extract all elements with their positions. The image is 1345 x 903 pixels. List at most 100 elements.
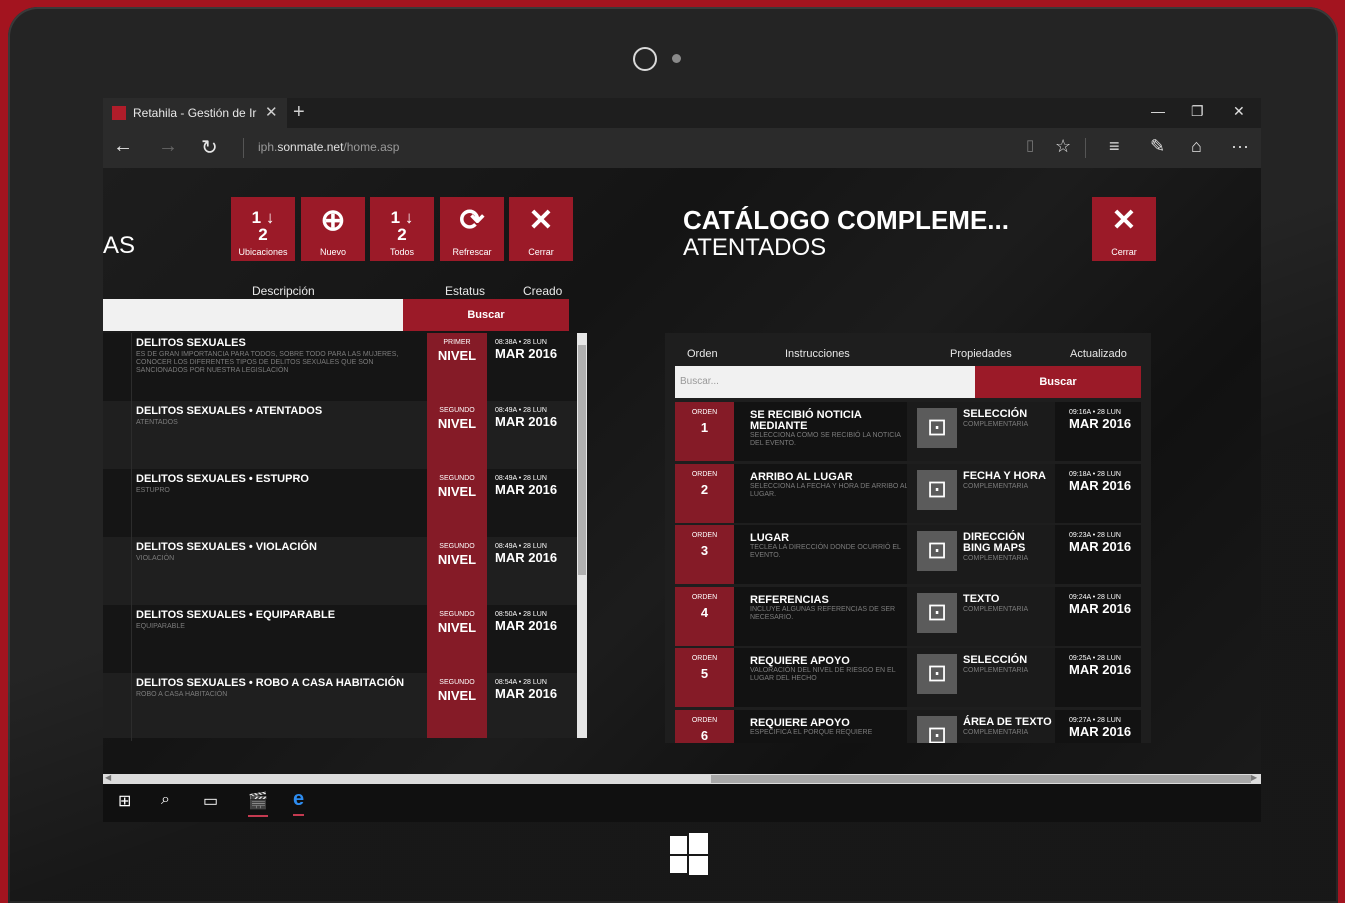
status-badge: SEGUNDO NIVEL [427, 605, 487, 673]
header-propiedades[interactable]: Propiedades [950, 348, 1012, 360]
header-creado[interactable]: Creado [523, 284, 562, 298]
status-level-label: SEGUNDO [439, 475, 475, 482]
row-desc: ROBO A CASA HABITACIÓN [136, 691, 228, 698]
right-search-button[interactable]: Buscar [975, 366, 1141, 398]
list-row[interactable]: DELITOS SEXUALES • EQUIPARABLE EQUIPARAB… [103, 605, 577, 673]
reading-view-icon[interactable]: ▯ [1026, 136, 1034, 154]
created-date: 08:38A • 28 LUN MAR 2016 [495, 339, 557, 361]
instruction-desc: ESPECIFICA EL PORQUE REQUIERE [750, 729, 873, 736]
scroll-left-icon[interactable]: ◀ [105, 773, 111, 782]
list-row[interactable]: DELITOS SEXUALES • ESTUPRO ESTUPRO SEGUN… [103, 469, 577, 537]
add-icon: ⊕ [320, 204, 346, 237]
property: TEXTO COMPLEMENTARIA [963, 594, 1055, 614]
new-tab-icon[interactable]: + [293, 101, 305, 124]
row-title: DELITOS SEXUALES • ATENTADOS [136, 405, 323, 417]
minimize-icon[interactable]: — [1151, 103, 1165, 119]
header-estatus[interactable]: Estatus [445, 284, 485, 298]
instruction-desc: SELECCIONA COMO SE RECIBIÓ LA NOTICIA DE… [750, 432, 901, 447]
share-icon[interactable]: ⌂ [1191, 136, 1202, 157]
movies-app-icon[interactable]: 🎬 [248, 791, 268, 817]
instruction-desc: SELECCIONA LA FECHA Y HORA DE ARRIBO AL … [750, 483, 909, 498]
screen: Retahila - Gestión de Ir ✕ + — ❐ ✕ ← → ↻… [103, 98, 1261, 822]
status-badge: SEGUNDO NIVEL [427, 537, 487, 605]
task-view-icon[interactable]: ▭ [203, 791, 218, 811]
favorite-star-icon[interactable]: ☆ [1055, 136, 1071, 157]
header-actualizado[interactable]: Actualizado [1070, 348, 1127, 360]
property-box: ⊡ SELECCIÓN COMPLEMENTARIA [907, 402, 1055, 461]
property-desc: COMPLEMENTARIA [963, 606, 1029, 613]
header-orden[interactable]: Orden [687, 348, 718, 360]
more-icon[interactable]: ··· [1231, 136, 1249, 157]
window-close-icon[interactable]: ✕ [1233, 103, 1245, 120]
horizontal-scrollbar[interactable]: ◀ ▶ [103, 773, 1261, 784]
forward-icon[interactable]: → [158, 135, 178, 158]
windows-logo-pane-top-left [670, 836, 687, 854]
created-time: 08:38A • 28 LUN [495, 339, 547, 346]
catalog-row[interactable]: ORDEN 2 ARRIBO AL LUGAR SELECCIONA LA FECH… [675, 464, 1141, 523]
refresh-icon: ⟳ [459, 204, 485, 237]
windows-logo-icon[interactable] [670, 833, 708, 875]
instruction-title: SE RECIBIÓ NOTICIA MEDIANTE [750, 409, 862, 432]
ubicaciones-button[interactable]: 1 ↓ 2 Ubicaciones [231, 197, 295, 261]
updated-time: 09:18A • 28 LUN [1069, 471, 1121, 478]
property-box: ⊡ DIRECCIÓN BING MAPS COMPLEMENTARIA [907, 525, 1055, 584]
browser-tab[interactable]: Retahila - Gestión de Ir ✕ [103, 98, 287, 128]
header-descripcion[interactable]: Descripción [252, 284, 315, 298]
status-value: NIVEL [437, 484, 477, 499]
row-title: DELITOS SEXUALES • VIOLACIÓN [136, 541, 317, 553]
created-month: MAR 2016 [495, 346, 558, 361]
tab-close-icon[interactable]: ✕ [265, 103, 278, 121]
scroll-right-icon[interactable]: ▶ [1251, 773, 1257, 782]
created-month: MAR 2016 [495, 618, 558, 633]
windows-logo-pane-bottom-left [670, 856, 687, 873]
property-title: SELECCIÓN [963, 654, 1028, 666]
right-close-button[interactable]: ✕ Cerrar [1092, 197, 1156, 261]
row-divider [131, 537, 132, 605]
updated-date: 09:16A • 28 LUN MAR 2016 [1069, 409, 1131, 431]
created-time: 08:54A • 28 LUN [495, 679, 547, 686]
scrollbar-thumb[interactable] [578, 345, 586, 575]
list-row[interactable]: DELITOS SEXUALES • ROBO A CASA HABITACIÓ… [103, 673, 577, 741]
catalog-row[interactable]: ORDEN 6 REQUIERE APOYO ESPECIFICA EL PORQU… [675, 710, 1141, 743]
web-note-icon[interactable]: ✎ [1150, 136, 1165, 157]
nuevo-button[interactable]: ⊕ Nuevo [301, 197, 365, 261]
status-value: NIVEL [437, 620, 477, 635]
refrescar-button[interactable]: ⟳ Refrescar [440, 197, 504, 261]
url-field[interactable]: iph.sonmate.net/home.asp [258, 140, 399, 154]
catalog-row[interactable]: ORDEN 1 SE RECIBIÓ NOTICIA MEDIANTE SELECC… [675, 402, 1141, 461]
right-search-input[interactable]: Buscar... [675, 366, 975, 398]
list-row[interactable]: DELITOS SEXUALES ES DE GRAN IMPORTANCIA … [103, 333, 577, 401]
row-divider [131, 469, 132, 537]
left-vertical-scrollbar[interactable] [577, 333, 587, 738]
catalog-row[interactable]: ORDEN 4 REFERENCIAS INCLUYE ALGUNAS REFERE… [675, 587, 1141, 646]
search-icon[interactable]: ⌕ [161, 791, 170, 809]
scrollbar-thumb[interactable] [711, 775, 1251, 783]
updated-time: 09:27A • 28 LUN [1069, 717, 1121, 724]
back-icon[interactable]: ← [113, 135, 133, 158]
property-box: ⊡ ÁREA DE TEXTO COMPLEMENTARIA [907, 710, 1055, 743]
cerrar-button[interactable]: ✕ Cerrar [509, 197, 573, 261]
instruction: REQUIERE APOYO VALORACIÓN DEL NIVEL DE RI… [750, 656, 910, 683]
created-date: 08:49A • 28 LUN MAR 2016 [495, 543, 557, 565]
status-value: NIVEL [437, 688, 477, 703]
order-label: ORDEN [691, 717, 718, 724]
button-label: Cerrar [528, 247, 554, 257]
catalog-row[interactable]: ORDEN 3 LUGAR TECLEA LA DIRECCIÓN DONDE OC… [675, 525, 1141, 584]
hub-icon[interactable]: ≡ [1109, 136, 1120, 157]
refresh-icon[interactable]: ↻ [201, 135, 218, 160]
order-badge: ORDEN 2 [675, 464, 734, 523]
edge-browser-icon[interactable]: e [293, 788, 305, 816]
restore-icon[interactable]: ❐ [1191, 103, 1204, 120]
created-time: 08:50A • 28 LUN [495, 611, 547, 618]
todos-button[interactable]: 1 ↓ 2 Todos [370, 197, 434, 261]
list-row[interactable]: DELITOS SEXUALES • VIOLACIÓN VIOLACIÓN S… [103, 537, 577, 605]
catalog-row[interactable]: ORDEN 5 REQUIERE APOYO VALORACIÓN DEL NIVE… [675, 648, 1141, 707]
status-badge: SEGUNDO NIVEL [427, 401, 487, 469]
header-instrucciones[interactable]: Instrucciones [785, 348, 850, 360]
row-title: DELITOS SEXUALES • ROBO A CASA HABITACIÓ… [136, 677, 405, 689]
left-search-button[interactable]: Buscar [403, 299, 569, 331]
order-label: ORDEN [691, 532, 718, 539]
left-search-input[interactable] [103, 299, 403, 331]
list-row[interactable]: DELITOS SEXUALES • ATENTADOS ATENTADOS S… [103, 401, 577, 469]
start-icon[interactable]: ⊞ [118, 791, 131, 811]
